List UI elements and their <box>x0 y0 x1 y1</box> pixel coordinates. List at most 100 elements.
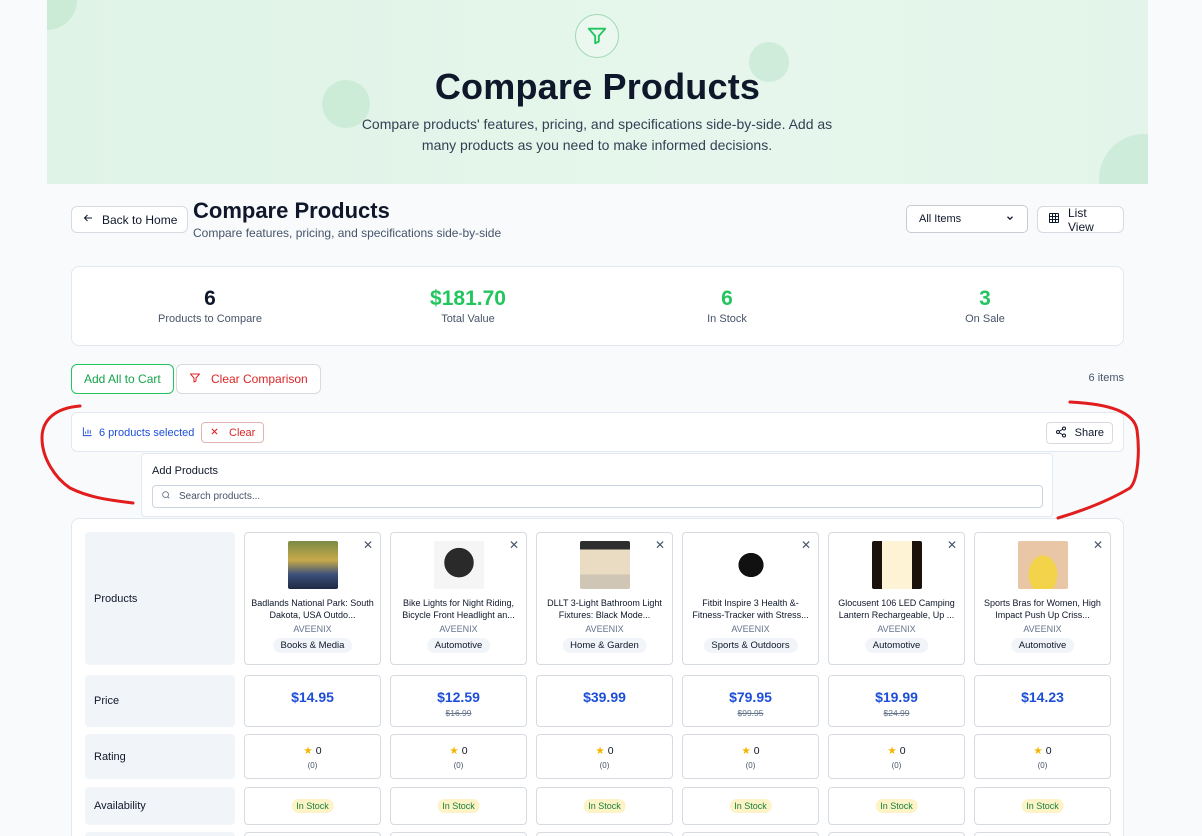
product-brand: AVEENIX <box>877 624 916 634</box>
page-header: Back to Home Compare Products Compare fe… <box>71 198 1124 248</box>
in-stock-badge: In Stock <box>583 799 626 813</box>
add-products-panel: Add Products Search products... <box>141 453 1053 517</box>
price-cell: $14.23 <box>974 675 1111 727</box>
search-placeholder: Search products... <box>179 491 261 502</box>
price-cell: $79.95 $99.95 <box>682 675 819 727</box>
remove-product-icon[interactable]: ✕ <box>509 538 519 552</box>
star-icon: ★ <box>595 745 605 757</box>
product-category-badge: Sports & Outdoors <box>703 638 798 653</box>
clear-comparison-label: Clear Comparison <box>211 372 308 386</box>
chevron-down-icon <box>1005 213 1015 226</box>
product-name[interactable]: Bike Lights for Night Riding, Bicycle Fr… <box>397 597 520 621</box>
list-view-label: List View <box>1068 205 1094 234</box>
product-category-badge: Home & Garden <box>562 638 647 653</box>
product-category-badge: Automotive <box>864 638 929 653</box>
remove-product-icon[interactable]: ✕ <box>655 538 665 552</box>
close-icon <box>210 427 219 439</box>
product-image <box>434 541 484 589</box>
list-view-button[interactable]: List View <box>1037 205 1124 234</box>
rating-cell: ★ 0 (0) <box>974 734 1111 779</box>
items-filter-select[interactable]: All Items <box>906 205 1028 233</box>
stat-value: $181.70 <box>430 287 506 310</box>
arrow-left-icon <box>82 212 94 227</box>
product-card: ✕ DLLT 3-Light Bathroom Light Fixtures: B… <box>536 532 673 665</box>
remove-product-icon[interactable]: ✕ <box>1093 538 1103 552</box>
in-stock-badge: In Stock <box>291 799 334 813</box>
stat-products: 6 Products to Compare <box>110 287 310 325</box>
share-icon <box>1055 426 1067 441</box>
product-image <box>1018 541 1068 589</box>
remove-product-icon[interactable]: ✕ <box>363 538 373 552</box>
next-row-cell <box>244 832 381 836</box>
product-image <box>580 541 630 589</box>
clear-comparison-button[interactable]: Clear Comparison <box>176 364 321 394</box>
selected-count-label: 6 products selected <box>99 427 195 439</box>
stat-total-value: $181.70 Total Value <box>368 287 568 325</box>
rating-value: 0 <box>899 745 906 757</box>
search-icon <box>161 490 171 503</box>
decor-bubble <box>1099 134 1148 184</box>
clear-selection-button[interactable]: Clear <box>201 422 265 443</box>
next-row-cell <box>682 832 819 836</box>
product-name[interactable]: Fitbit Inspire 3 Health &-Fitness-Tracke… <box>689 597 812 621</box>
in-stock-badge: In Stock <box>1021 799 1064 813</box>
stat-in-stock: 6 In Stock <box>627 287 827 325</box>
stat-label: Products to Compare <box>158 313 262 325</box>
review-count: (0) <box>453 761 464 770</box>
product-image <box>288 541 338 589</box>
product-name[interactable]: Glocusent 106 LED Camping Lantern Rechar… <box>835 597 958 621</box>
review-count: (0) <box>891 761 902 770</box>
original-price: $24.99 <box>883 708 910 718</box>
product-brand: AVEENIX <box>439 624 478 634</box>
hero-banner: Compare Products Compare products' featu… <box>47 0 1148 184</box>
share-label: Share <box>1074 427 1104 439</box>
grid-icon <box>1048 212 1060 227</box>
in-stock-badge: In Stock <box>729 799 772 813</box>
row-label-next <box>85 832 235 836</box>
original-price: $99.95 <box>737 708 764 718</box>
price-cell: $19.99 $24.99 <box>828 675 965 727</box>
back-button[interactable]: Back to Home <box>71 206 189 233</box>
product-name[interactable]: Sports Bras for Women, High Impact Push … <box>981 597 1104 621</box>
rating-row: ★ 0 <box>391 745 526 757</box>
star-icon: ★ <box>887 745 897 757</box>
star-icon: ★ <box>303 745 313 757</box>
product-name[interactable]: DLLT 3-Light Bathroom Light Fixtures: Bl… <box>543 597 666 621</box>
product-price: $39.99 <box>583 689 626 705</box>
selection-bar: 6 products selected Clear Share <box>71 412 1124 452</box>
product-brand: AVEENIX <box>585 624 624 634</box>
rating-cell: ★ 0 (0) <box>244 734 381 779</box>
product-brand: AVEENIX <box>293 624 332 634</box>
rating-cell: ★ 0 (0) <box>828 734 965 779</box>
remove-product-icon[interactable]: ✕ <box>947 538 957 552</box>
rating-value: 0 <box>753 745 760 757</box>
product-price: $14.95 <box>291 689 334 705</box>
product-search-input[interactable]: Search products... <box>152 485 1043 508</box>
product-card: ✕ Sports Bras for Women, High Impact Push… <box>974 532 1111 665</box>
remove-product-icon[interactable]: ✕ <box>801 538 811 552</box>
availability-cell: In Stock <box>974 787 1111 825</box>
product-brand: AVEENIX <box>1023 624 1062 634</box>
page: Compare Products Compare products' featu… <box>0 0 1202 836</box>
availability-cell: In Stock <box>682 787 819 825</box>
product-card: ✕ Fitbit Inspire 3 Health &-Fitness-Track… <box>682 532 819 665</box>
hero-subtitle: Compare products' features, pricing, and… <box>361 116 833 153</box>
rating-row: ★ 0 <box>245 745 380 757</box>
stat-label: On Sale <box>965 313 1005 325</box>
review-count: (0) <box>745 761 756 770</box>
add-all-to-cart-button[interactable]: Add All to Cart <box>71 364 174 394</box>
action-bar: Add All to Cart Clear Comparison 6 items <box>71 364 1124 394</box>
price-cell: $12.59 $16.99 <box>390 675 527 727</box>
stats-panel: 6 Products to Compare $181.70 Total Valu… <box>71 266 1124 346</box>
rating-value: 0 <box>461 745 468 757</box>
row-label-price: Price <box>85 675 235 727</box>
review-count: (0) <box>307 761 318 770</box>
review-count: (0) <box>1037 761 1048 770</box>
stat-label: In Stock <box>707 313 747 325</box>
page-subtitle: Compare features, pricing, and specifica… <box>193 226 502 240</box>
in-stock-badge: In Stock <box>875 799 918 813</box>
product-name[interactable]: Badlands National Park: South Dakota, US… <box>251 597 374 621</box>
review-count: (0) <box>599 761 610 770</box>
product-price: $79.95 <box>729 689 772 705</box>
share-button[interactable]: Share <box>1045 422 1113 444</box>
